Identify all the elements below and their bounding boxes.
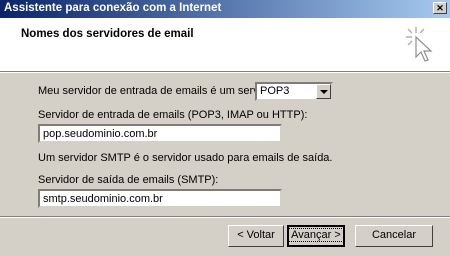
back-button-label: < Voltar [237,229,275,241]
next-button[interactable]: Avançar > [287,225,345,247]
smtp-info-text: Um servidor SMTP é o servidor usado para… [38,152,333,164]
outgoing-server-label: Servidor de saída de emails (SMTP): [38,174,219,186]
close-button[interactable]: ✕ [433,2,447,14]
title-bar[interactable]: Assistente para conexão com a Internet ✕ [0,0,450,18]
incoming-type-select[interactable]: POP3 [255,82,333,101]
cancel-button[interactable]: Cancelar [355,225,433,247]
incoming-server-label: Servidor de entrada de emails (POP3, IMA… [38,109,308,121]
incoming-type-label: Meu servidor de entrada de emails é um s… [38,85,278,97]
incoming-server-field[interactable]: pop.seudominio.com.br [38,124,282,143]
button-separator-highlight [0,217,450,218]
window-title: Assistente para conexão com a Internet [4,2,222,14]
page-title: Nomes dos servidores de email [21,28,194,40]
outgoing-server-field[interactable]: smtp.seudominio.com.br [38,189,282,208]
wizard-header: Nomes dos servidores de email [0,18,450,72]
next-button-label: Avançar > [288,228,344,242]
chevron-down-icon[interactable] [316,84,331,99]
cancel-button-label: Cancelar [371,229,417,241]
wizard-cursor-icon [406,27,433,62]
close-icon: ✕ [436,3,444,13]
back-button[interactable]: < Voltar [228,225,284,247]
wizard-window: Assistente para conexão com a Internet ✕… [0,0,450,256]
header-separator [0,72,450,73]
incoming-type-value: POP3 [260,85,290,97]
